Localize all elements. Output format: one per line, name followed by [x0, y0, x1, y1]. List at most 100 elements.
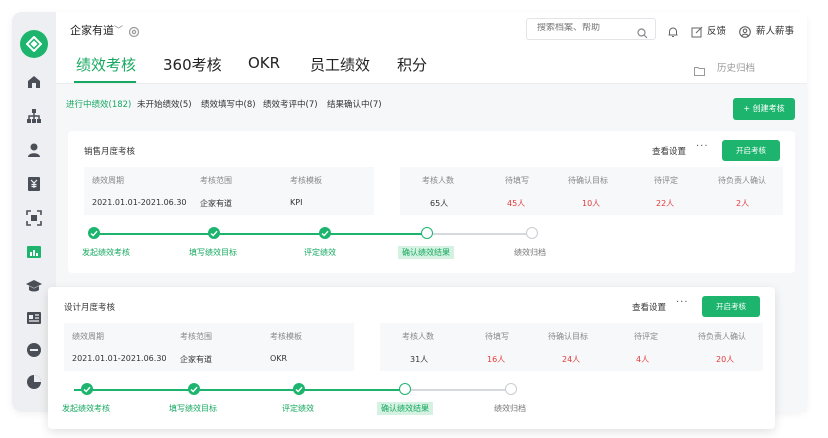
start-review-button[interactable]: 开启考核 — [702, 296, 760, 317]
to-confirm-value[interactable]: 10人 — [582, 198, 600, 209]
history-archive-link[interactable]: 历史归档 — [717, 60, 755, 74]
search-icon[interactable] — [637, 24, 648, 43]
pie-chart-icon[interactable] — [26, 374, 42, 390]
create-review-button[interactable]: + 创建考核 — [733, 98, 795, 120]
more-icon[interactable]: ··· — [676, 297, 689, 308]
current-step-marker — [399, 383, 411, 395]
person-icon[interactable] — [26, 142, 42, 158]
leader-confirm-value[interactable]: 20人 — [716, 354, 734, 365]
template-header: 考核模板 — [270, 332, 302, 341]
tab-points[interactable]: 积分 — [397, 54, 427, 75]
step-label: 发起绩效考核 — [82, 248, 130, 257]
search-box[interactable] — [526, 18, 656, 40]
user-icon[interactable] — [739, 23, 751, 42]
template-value: KPI — [290, 198, 303, 207]
step-connector-pending — [426, 233, 532, 235]
chart-bar-icon[interactable] — [26, 244, 42, 260]
scope-header: 考核范围 — [180, 332, 212, 341]
id-card-icon[interactable] — [26, 310, 42, 326]
bell-icon[interactable] — [667, 23, 679, 42]
company-name[interactable]: 企家有道 — [70, 22, 114, 38]
step-label: 评定绩效 — [282, 404, 314, 413]
to-confirm-value[interactable]: 24人 — [562, 354, 580, 365]
tab-employee-performance[interactable]: 员工绩效 — [310, 54, 370, 75]
step-connector-pending — [406, 389, 512, 391]
scope-value: 企家有道 — [180, 355, 212, 364]
more-icon[interactable]: ··· — [696, 141, 709, 152]
archive-folder-icon[interactable] — [694, 61, 705, 80]
step-connector-done — [74, 389, 406, 391]
period-value: 2021.01.01-2021.06.30 — [92, 198, 187, 207]
to-fill-value[interactable]: 45人 — [507, 198, 525, 209]
check-icon — [81, 383, 93, 395]
leader-confirm-header: 待负责人确认 — [698, 332, 746, 341]
step-label: 发起绩效考核 — [62, 404, 110, 413]
step-label: 绩效归档 — [494, 404, 526, 413]
review-card: 设计月度考核 查看设置 ··· 开启考核 绩效周期 考核范围 考核模板 2021… — [48, 287, 775, 429]
top-header: 企家有道 ﹀ 反馈 薪人薪事 — [56, 12, 807, 48]
pending-step-marker — [505, 383, 517, 395]
review-stats-panel: 考核人数 待填写 待确认目标 待评定 待负责人确认 65人 45人 10人 22… — [400, 167, 783, 215]
subtab-in-progress[interactable]: 进行中绩效(182) — [66, 98, 131, 110]
card-title: 设计月度考核 — [64, 303, 116, 313]
user-name[interactable]: 薪人薪事 — [756, 23, 794, 37]
minus-circle-icon[interactable] — [26, 342, 42, 358]
subtab-reviewing[interactable]: 绩效考评中(7) — [263, 98, 318, 110]
check-icon — [88, 227, 100, 239]
org-chart-icon[interactable] — [26, 108, 42, 124]
check-icon — [319, 227, 331, 239]
feedback-icon[interactable] — [691, 23, 703, 42]
period-value: 2021.01.01-2021.06.30 — [72, 354, 167, 363]
to-fill-header: 待填写 — [485, 332, 509, 341]
gear-icon[interactable] — [128, 23, 140, 42]
salary-icon[interactable] — [26, 176, 42, 192]
to-rate-value[interactable]: 22人 — [656, 198, 674, 209]
total-value: 65人 — [430, 199, 449, 208]
tab-performance[interactable]: 绩效考核 — [76, 54, 136, 75]
step-connector-done — [94, 233, 426, 235]
subtab-filling[interactable]: 绩效填写中(8) — [201, 98, 256, 110]
feedback-link[interactable]: 反馈 — [707, 23, 726, 37]
total-header: 考核人数 — [402, 332, 434, 341]
app-logo[interactable] — [20, 30, 48, 58]
current-step-marker — [421, 227, 433, 239]
template-header: 考核模板 — [290, 176, 322, 185]
start-review-button[interactable]: 开启考核 — [722, 140, 780, 161]
review-info-panel: 绩效周期 考核范围 考核模板 2021.01.01-2021.06.30 企家有… — [64, 323, 354, 371]
view-settings-link[interactable]: 查看设置 — [632, 301, 666, 313]
to-fill-value[interactable]: 16人 — [487, 354, 505, 365]
progress-steps: 发起绩效考核 填写绩效目标 评定绩效 确认绩效结果 绩效归档 — [48, 377, 775, 417]
to-rate-header: 待评定 — [634, 332, 658, 341]
review-card: 销售月度考核 查看设置 ··· 开启考核 绩效周期 考核范围 考核模板 2021… — [68, 131, 795, 273]
to-rate-value[interactable]: 4人 — [636, 354, 649, 365]
search-input[interactable] — [537, 23, 632, 33]
to-fill-header: 待填写 — [505, 176, 529, 185]
home-icon[interactable] — [26, 74, 42, 90]
active-tab-indicator — [74, 81, 136, 83]
check-icon — [188, 383, 200, 395]
step-label-current: 确认绩效结果 — [377, 402, 433, 415]
tab-okr[interactable]: OKR — [248, 54, 280, 72]
graduation-cap-icon[interactable] — [26, 278, 42, 294]
subtab-confirming[interactable]: 结果确认中(7) — [327, 98, 382, 110]
tab-360[interactable]: 360考核 — [163, 54, 222, 75]
period-header: 绩效周期 — [92, 176, 124, 185]
step-label-current: 确认绩效结果 — [398, 246, 454, 259]
chevron-down-icon[interactable]: ﹀ — [114, 23, 123, 36]
view-settings-link[interactable]: 查看设置 — [652, 145, 686, 157]
scan-icon[interactable] — [26, 210, 42, 226]
check-icon — [208, 227, 220, 239]
scope-header: 考核范围 — [200, 176, 232, 185]
total-value: 31人 — [410, 355, 429, 364]
step-label: 绩效归档 — [514, 248, 546, 257]
card-title: 销售月度考核 — [84, 147, 136, 157]
scope-value: 企家有道 — [200, 199, 232, 208]
template-value: OKR — [270, 354, 288, 363]
leader-confirm-value[interactable]: 2人 — [736, 198, 749, 209]
to-rate-header: 待评定 — [654, 176, 678, 185]
step-label: 填写绩效目标 — [169, 404, 217, 413]
subtab-not-started[interactable]: 未开始绩效(5) — [137, 98, 192, 110]
main-tabs: 绩效考核 360考核 OKR 员工绩效 积分 历史归档 — [56, 48, 807, 84]
to-confirm-header: 待确认目标 — [548, 332, 588, 341]
leader-confirm-header: 待负责人确认 — [718, 176, 766, 185]
